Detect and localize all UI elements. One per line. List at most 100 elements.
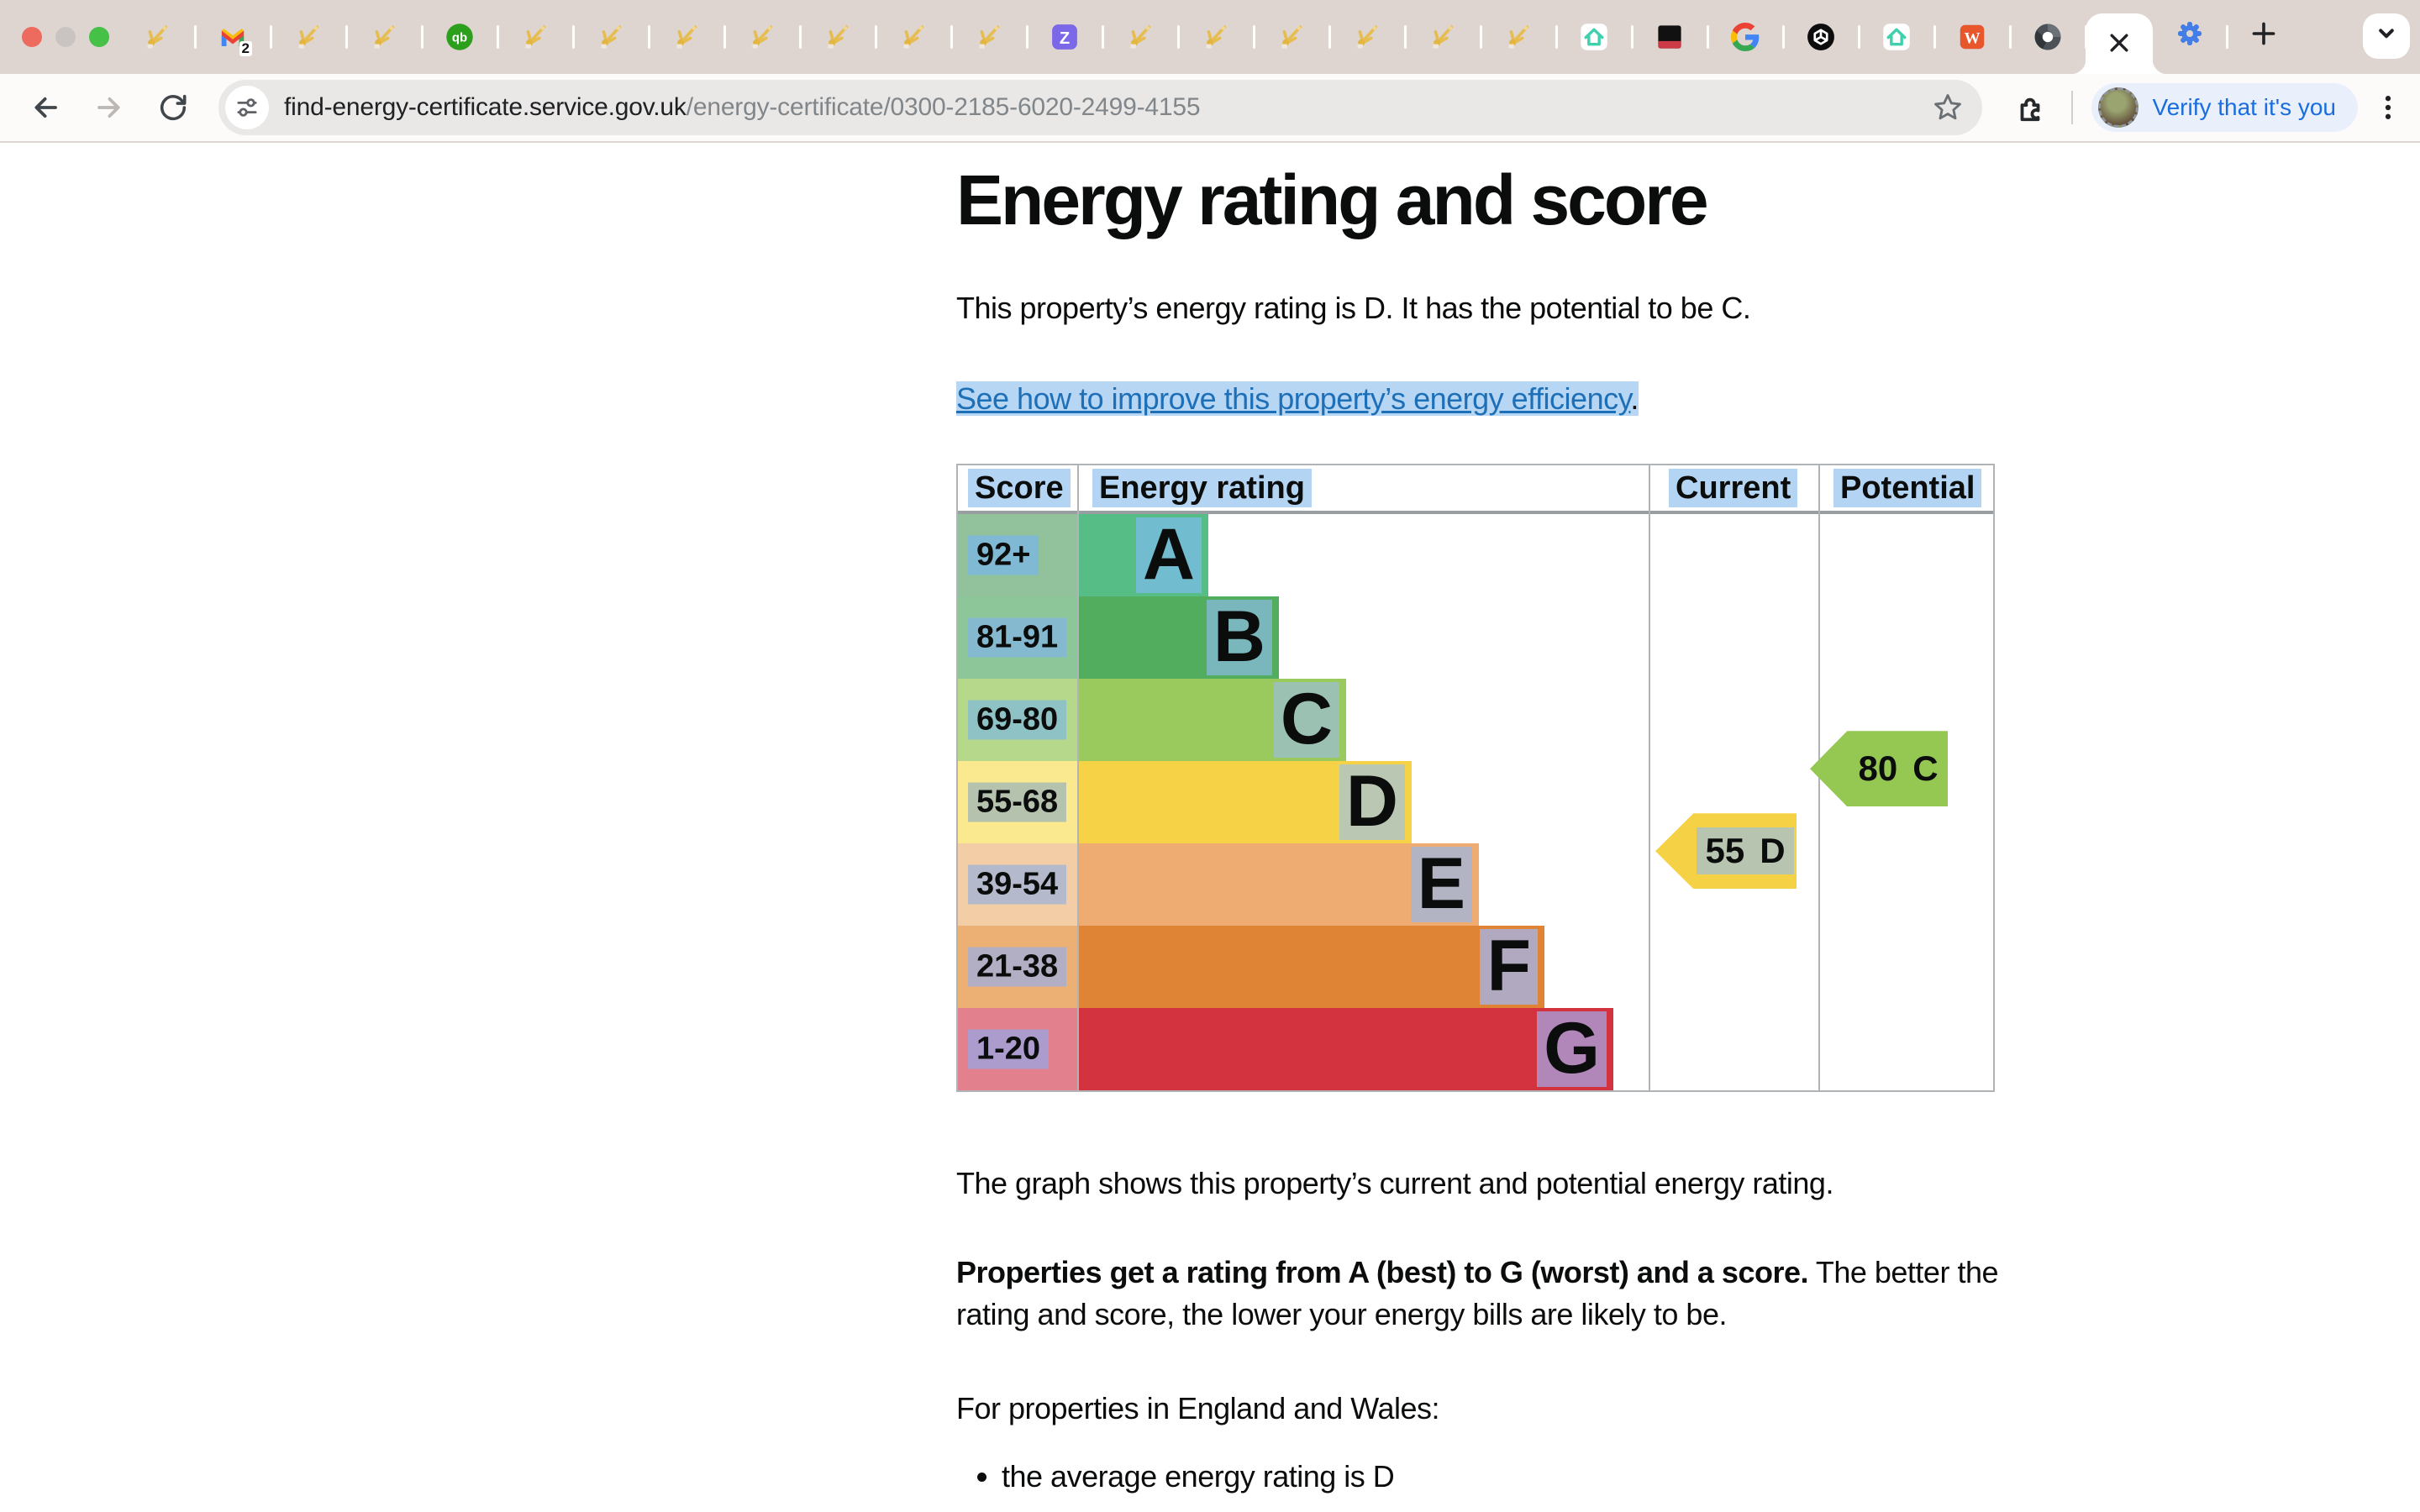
url-text[interactable]: find-energy-certificate.service.gov.uk/e… [284, 93, 1200, 122]
profile-label: Verify that it's you [2152, 94, 2336, 121]
sparkle-icon [521, 23, 550, 51]
google-icon [1731, 23, 1760, 51]
pinned-tab-sparkle[interactable] [1254, 0, 1329, 74]
band-letter: F [1480, 929, 1538, 1005]
sparkle-icon [1126, 23, 1155, 51]
new-tab-button[interactable] [2227, 0, 2301, 74]
score-range: 92+ [968, 536, 1039, 575]
pinned-tab-wattpad[interactable]: W [1934, 0, 2010, 74]
tune-icon [234, 95, 260, 120]
pinned-tab-sparkle[interactable] [119, 0, 195, 74]
score-cell: 92+ [958, 514, 1077, 596]
puzzle-icon [2014, 92, 2046, 123]
tab-search-button[interactable] [2363, 13, 2410, 59]
browser-menu-button[interactable] [2373, 92, 2403, 123]
unread-badge: 2 [239, 41, 252, 56]
address-bar[interactable]: find-energy-certificate.service.gov.uk/e… [218, 80, 1982, 135]
page-content: Energy rating and score This property’s … [0, 143, 2420, 1512]
page-title: Energy rating and score [956, 163, 2032, 237]
current-band: D [1760, 831, 1785, 871]
improve-link-line: See how to improve this property’s energ… [956, 378, 2032, 420]
epc-graph: Score Energy rating Current Potential 92… [956, 464, 1995, 1092]
home-icon [1882, 23, 1911, 51]
score-range: 81-91 [968, 618, 1066, 658]
svg-text:qb: qb [452, 32, 467, 45]
band-bar: B [1079, 596, 1279, 679]
browser-window: 2 qb Z W [0, 0, 2420, 1512]
tab-settings[interactable] [2153, 0, 2227, 74]
sparkle-icon [1202, 23, 1230, 51]
quickbooks-icon: qb [445, 23, 474, 51]
svg-text:Z: Z [1060, 29, 1070, 48]
pinned-tab-sparkle[interactable] [724, 0, 800, 74]
reload-icon [157, 92, 189, 123]
pinned-tab-home[interactable] [1556, 0, 1632, 74]
chatgpt-icon [1807, 23, 1835, 51]
avatar [2098, 87, 2139, 128]
wattpad-icon: W [1958, 23, 1986, 51]
score-cell: 1-20 [958, 1008, 1077, 1090]
band-letter: A [1136, 517, 1202, 593]
forward-button[interactable] [87, 86, 131, 129]
ratings-explainer: Properties get a rating from A (best) to… [956, 1252, 2032, 1336]
pinned-tab-sparkle[interactable] [876, 0, 951, 74]
home-icon [1580, 23, 1608, 51]
pinned-tab-quickbooks[interactable]: qb [422, 0, 497, 74]
reload-button[interactable] [151, 86, 195, 129]
zotero-icon: Z [1050, 23, 1079, 51]
pinned-tab-sparkle[interactable] [1329, 0, 1405, 74]
pinned-tab-chatgpt[interactable] [1783, 0, 1859, 74]
extensions-button[interactable] [2014, 92, 2046, 123]
potential-band: C [1912, 748, 1938, 789]
toolbar-divider [2071, 91, 2073, 124]
band-letter: G [1537, 1011, 1607, 1087]
star-icon [1932, 92, 1964, 123]
pinned-tab-sparkle[interactable] [649, 0, 724, 74]
improve-efficiency-link[interactable]: See how to improve this property’s energ… [956, 381, 1630, 416]
pinned-tab-sparkle[interactable] [573, 0, 649, 74]
pinned-tab-sparkle[interactable] [1405, 0, 1481, 74]
band-letter: B [1207, 600, 1272, 675]
intro-text: This property’s energy rating is D. It h… [956, 287, 2032, 329]
band-bar: A [1079, 514, 1208, 596]
score-cell: 81-91 [958, 596, 1077, 679]
pinned-tab-home[interactable] [1859, 0, 1934, 74]
chrome-gray-icon [2033, 23, 2062, 51]
sparkle-icon [748, 23, 776, 51]
score-range: 21-38 [968, 948, 1066, 987]
epc-band-row-g: 1-20 G [958, 1008, 1993, 1090]
close-window-button[interactable] [22, 27, 42, 47]
sparkle-icon [143, 23, 171, 51]
band-letter: E [1411, 847, 1472, 922]
pinned-tab-google[interactable] [1707, 0, 1783, 74]
sparkle-icon [899, 23, 928, 51]
band-letter: D [1339, 764, 1405, 840]
pinned-tab-sparkle[interactable] [951, 0, 1027, 74]
bookmark-button[interactable] [1932, 92, 1964, 123]
pinned-tab-sparkle[interactable] [1178, 0, 1254, 74]
band-letter: C [1274, 682, 1339, 758]
pinned-tab-sparkle[interactable] [346, 0, 422, 74]
band-bar: G [1079, 1008, 1613, 1090]
sparkle-icon [672, 23, 701, 51]
sparkle-icon [370, 23, 398, 51]
close-icon[interactable] [2109, 29, 2129, 60]
sparkle-icon [1353, 23, 1381, 51]
pinned-tab-sparkle[interactable] [1481, 0, 1556, 74]
active-tab[interactable] [2086, 13, 2153, 74]
profile-chip[interactable]: Verify that it's you [2091, 83, 2358, 132]
pinned-tab-gmail[interactable]: 2 [195, 0, 271, 74]
score-range: 55-68 [968, 783, 1066, 822]
pinned-tab-black-red-flag[interactable] [1632, 0, 1707, 74]
back-button[interactable] [24, 86, 67, 129]
pinned-tab-sparkle[interactable] [1102, 0, 1178, 74]
average-bullet: the average energy score is 60 [1002, 1502, 2032, 1512]
site-info-button[interactable] [225, 86, 269, 129]
pinned-tab-sparkle[interactable] [497, 0, 573, 74]
minimize-window-button[interactable] [55, 27, 76, 47]
pinned-tab-sparkle[interactable] [271, 0, 346, 74]
graph-caption: The graph shows this property’s current … [956, 1163, 2032, 1205]
pinned-tab-zotero[interactable]: Z [1027, 0, 1102, 74]
pinned-tab-sparkle[interactable] [800, 0, 876, 74]
zoom-window-button[interactable] [89, 27, 109, 47]
